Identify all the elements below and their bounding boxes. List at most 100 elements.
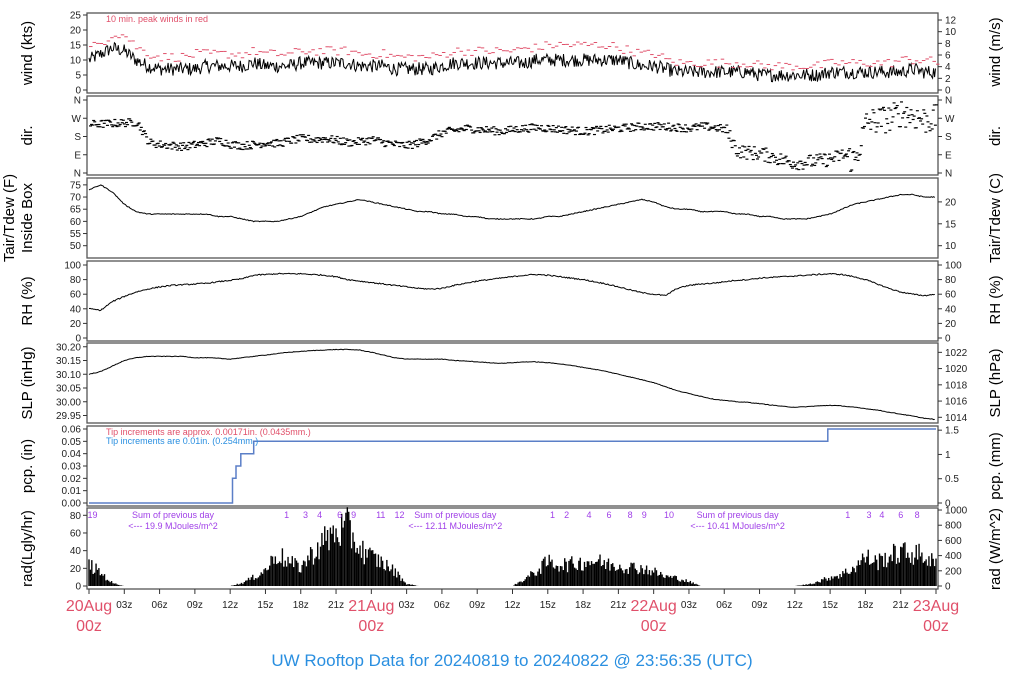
y-tick-label: 80 bbox=[70, 511, 82, 522]
day-label: 22Aug bbox=[631, 598, 677, 615]
solar-hour-label: 12 bbox=[395, 510, 405, 520]
y-tick-label: 60 bbox=[70, 528, 82, 539]
solar-hour-label: 9 bbox=[642, 510, 647, 520]
chart-title: UW Rooftop Data for 20240819 to 20240822… bbox=[271, 651, 752, 670]
y-tick-label-right: 12 bbox=[945, 16, 957, 27]
y-tick-label: 0.05 bbox=[62, 437, 82, 448]
y-tick-label-right: 1014 bbox=[945, 413, 968, 424]
panel-dir: NESWNNESWNdir. dir. bbox=[19, 95, 1004, 180]
y-tick-label: 30.00 bbox=[56, 397, 81, 408]
y-tick-label-right: 0 bbox=[945, 582, 951, 593]
solar-hour-label: 19 bbox=[88, 510, 98, 520]
y-tick-label: 25 bbox=[70, 11, 82, 22]
y-tick-label-right: E bbox=[945, 150, 952, 161]
y-tick-label: N bbox=[74, 96, 81, 107]
day-label: 23Aug bbox=[913, 598, 959, 615]
solar-hour-label: 6 bbox=[606, 510, 611, 520]
y-axis-label: pcp. (in) bbox=[19, 439, 36, 493]
x-tick-label: 15z bbox=[822, 600, 838, 611]
solar-hour-label: 4 bbox=[317, 510, 322, 520]
x-tick-label: 03z bbox=[116, 600, 132, 611]
x-tick-label: 09z bbox=[469, 600, 485, 611]
y-tick-label: 0.06 bbox=[62, 425, 82, 436]
y-axis-label: Tair/Tdew (F) bbox=[1, 174, 18, 262]
y-tick-label: 0 bbox=[75, 582, 81, 593]
pcp-annotation: Tip increments are 0.01in. (0.254mm.) bbox=[106, 436, 258, 446]
panel-wind: 0510152025024681012wind (kts) wind (m/s)1… bbox=[19, 11, 1004, 97]
solar-hour-label: 2 bbox=[564, 510, 569, 520]
y-tick-label: 0.00 bbox=[62, 499, 82, 510]
day-time-label: 00z bbox=[923, 618, 949, 635]
y-axis-label-right: Tair/Tdew (C) bbox=[987, 173, 1004, 263]
y-tick-label: 30.15 bbox=[56, 356, 81, 367]
y-tick-label: 29.95 bbox=[56, 411, 81, 422]
x-tick-label: 21z bbox=[610, 600, 626, 611]
daily-sum-value: <--- 12.11 MJoules/m^2 bbox=[408, 521, 502, 531]
y-tick-label: 0.04 bbox=[62, 449, 82, 460]
panel-rad: 02040608002004006008001000rad(Lgly/hr) ra… bbox=[19, 506, 1004, 593]
x-tick-label: 12z bbox=[787, 600, 803, 611]
daily-sum-label: Sum of previous day bbox=[414, 510, 497, 520]
y-tick-label: 30.20 bbox=[56, 342, 81, 353]
x-tick-label: 03z bbox=[399, 600, 415, 611]
y-tick-label-right: 1000 bbox=[945, 506, 968, 517]
solar-hour-label: 1 bbox=[284, 510, 289, 520]
y-tick-label: 100 bbox=[64, 261, 81, 272]
y-tick-label-right: 8 bbox=[945, 39, 951, 50]
y-tick-label: 20 bbox=[70, 319, 82, 330]
panel-pcp: 0.000.010.020.030.040.050.0600.511.5pcp.… bbox=[19, 425, 1004, 510]
y-tick-label: 15 bbox=[70, 41, 82, 52]
y-tick-label: E bbox=[74, 150, 81, 161]
y-tick-label: 50 bbox=[70, 241, 82, 252]
daily-sum-value: <--- 10.41 MJoules/m^2 bbox=[690, 521, 785, 531]
y-tick-label-right: 1018 bbox=[945, 380, 968, 391]
y-tick-label-right: 1 bbox=[945, 450, 951, 461]
y-tick-label-right: 1022 bbox=[945, 348, 968, 359]
y-tick-label: 30.05 bbox=[56, 384, 81, 395]
y-tick-label: 60 bbox=[70, 217, 82, 228]
solar-hour-label: 8 bbox=[915, 510, 920, 520]
y-tick-label-right: 0.5 bbox=[945, 474, 959, 485]
y-tick-label-right: 80 bbox=[945, 275, 957, 286]
x-tick-label: 06z bbox=[716, 600, 732, 611]
y-tick-label-right: 6 bbox=[945, 51, 951, 62]
y-tick-label-right: 1.5 bbox=[945, 426, 959, 437]
y-tick-label-right: N bbox=[945, 96, 952, 107]
y-tick-label-right: 20 bbox=[945, 319, 957, 330]
x-tick-label: 18z bbox=[857, 600, 873, 611]
x-tick-label: 12z bbox=[504, 600, 520, 611]
y-tick-label: 75 bbox=[70, 180, 82, 191]
solar-hour-label: 9 bbox=[351, 510, 356, 520]
y-tick-label: 0.01 bbox=[62, 486, 82, 497]
y-tick-label: N bbox=[74, 169, 81, 180]
y-axis-label: dir. bbox=[19, 125, 36, 145]
day-time-label: 00z bbox=[641, 618, 667, 635]
rh-line bbox=[88, 272, 935, 312]
daily-sum-label: Sum of previous day bbox=[697, 510, 780, 520]
y-tick-label: 40 bbox=[70, 546, 82, 557]
y-tick-label: W bbox=[72, 114, 82, 125]
y-tick-label-right: 2 bbox=[945, 74, 951, 85]
y-tick-label-right: 100 bbox=[945, 261, 962, 272]
solar-hour-label: 11 bbox=[376, 510, 385, 520]
panel-rh: 020406080100020406080100RH (%) RH (%) bbox=[19, 260, 1004, 345]
y-axis-label-2: Inside Box bbox=[19, 182, 36, 253]
x-tick-label: 18z bbox=[293, 600, 309, 611]
y-axis-label-right: SLP (hPa) bbox=[987, 349, 1004, 418]
y-tick-label: 5 bbox=[75, 71, 81, 82]
y-tick-label: 60 bbox=[70, 290, 82, 301]
y-tick-label-right: 200 bbox=[945, 566, 962, 577]
y-axis-label: rad(Lgly/hr) bbox=[19, 510, 36, 587]
y-tick-label-right: 1016 bbox=[945, 397, 968, 408]
x-tick-label: 09z bbox=[187, 600, 203, 611]
y-tick-label-right: S bbox=[945, 132, 952, 143]
y-tick-label: 40 bbox=[70, 304, 82, 315]
panel-tair: 5055606570 75 10 15 20 Tair/Tdew (F) Inside Bo… bbox=[1, 173, 1004, 263]
y-tick-label-right: 10 bbox=[945, 27, 957, 38]
x-tick-label: 06z bbox=[434, 600, 450, 611]
slp-frame bbox=[86, 342, 939, 424]
wind-annotation: 10 min. peak winds in red bbox=[106, 14, 208, 24]
y-tick-label: 0.02 bbox=[62, 474, 82, 485]
tair-line bbox=[88, 184, 936, 223]
y-axis-label-right: rad (W/m^2) bbox=[987, 508, 1004, 590]
